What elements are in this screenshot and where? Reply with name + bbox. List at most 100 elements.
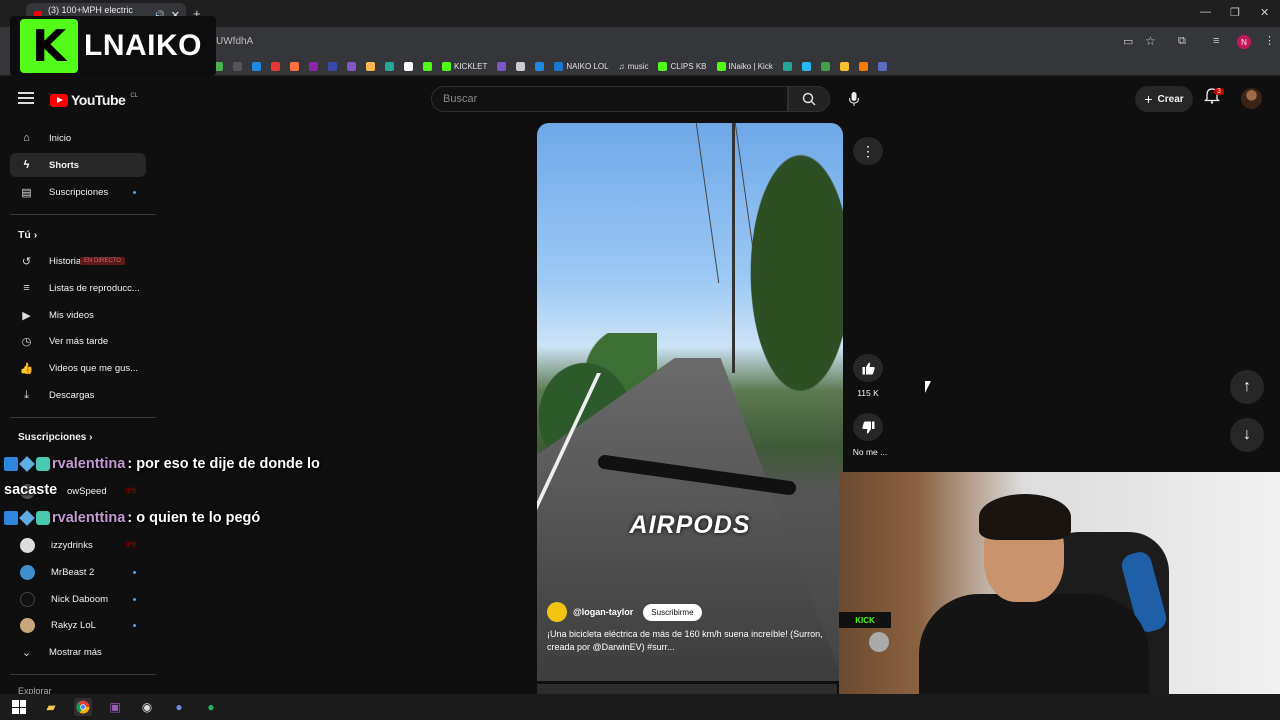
subscriptions-section-header[interactable]: Suscripciones › <box>18 432 92 443</box>
like-count: 115 K <box>857 388 879 398</box>
bookmark-favicon-icon[interactable] <box>858 61 868 71</box>
file-explorer-icon[interactable]: ▰ <box>42 698 60 716</box>
chrome-logo-icon <box>76 700 90 714</box>
sidebar-item-playlists[interactable]: ≡ Listas de reproducc... <box>10 276 146 300</box>
new-content-dot <box>133 597 136 601</box>
next-short-button[interactable]: ↓ <box>1230 418 1264 452</box>
thumbs-up-icon <box>862 362 875 374</box>
chat-badge-icon <box>4 511 18 525</box>
chat-username: rvalenttina <box>52 510 126 526</box>
channel-name[interactable]: @logan-taylor <box>573 607 633 617</box>
create-button[interactable]: + Crear <box>1135 86 1193 112</box>
bookmark-favicon-icon[interactable] <box>839 61 849 71</box>
url-field[interactable]: UWfdhA <box>216 36 253 47</box>
thumbs-down-icon <box>861 421 874 433</box>
cast-icon[interactable]: ▭ <box>1123 35 1133 48</box>
bookmark-star-icon[interactable]: ☆ <box>1145 34 1156 48</box>
account-avatar[interactable] <box>1241 88 1262 109</box>
chrome-icon[interactable] <box>74 698 92 716</box>
channel-avatar[interactable] <box>547 602 567 622</box>
previous-short-button[interactable]: ↑ <box>1230 370 1264 404</box>
search-button[interactable] <box>788 86 830 112</box>
maximize-icon[interactable]: ❐ <box>1230 6 1240 19</box>
bookmark-favicon-icon[interactable] <box>233 61 242 71</box>
menu-icon[interactable] <box>18 92 34 104</box>
next-short-preview[interactable] <box>537 684 837 694</box>
kick-icon <box>716 61 726 71</box>
bookmark-favicon-icon[interactable] <box>820 61 830 71</box>
kick-icon <box>658 61 668 71</box>
sidebar-item-subscriptions[interactable]: ▤ Suscripciones <box>10 180 146 204</box>
profile-avatar[interactable]: N <box>1237 35 1251 49</box>
sidebar: ⌂ Inicio ϟ Shorts ▤ Suscripciones Tú › ↺… <box>0 122 160 692</box>
short-description[interactable]: ¡Una bicicleta eléctrica de más de 160 k… <box>547 628 837 654</box>
sidebar-item-history[interactable]: ↺ Historial EN DIRECTO <box>10 249 146 273</box>
sidebar-channel[interactable]: Nick Daboom <box>10 587 146 611</box>
sidebar-item-my-videos[interactable]: ▶ Mis videos <box>10 303 146 327</box>
sidebar-channel[interactable]: MrBeast 2 <box>10 560 146 584</box>
bookmark-favicon-icon[interactable] <box>347 61 356 71</box>
bookmark-favicon-icon[interactable] <box>309 61 318 71</box>
dislike-button[interactable] <box>853 413 883 441</box>
bookmark-favicon-icon[interactable] <box>366 61 375 71</box>
sidebar-channel[interactable]: izzydrinks ((•)) <box>10 533 146 557</box>
live-indicator-icon: ((•)) <box>125 488 136 494</box>
sidebar-item-shorts[interactable]: ϟ Shorts <box>10 153 146 177</box>
sidebar-item-liked-videos[interactable]: 👍 Videos que me gus... <box>10 356 146 380</box>
subscribe-button[interactable]: Suscribirme <box>643 603 702 621</box>
you-section-header[interactable]: Tú › <box>18 229 37 241</box>
minimize-icon[interactable]: — <box>1200 6 1211 18</box>
bookmark-inaiko-kick[interactable]: INaiko | Kick <box>716 61 773 71</box>
bookmark-naiko-lol[interactable]: NAIKO LOL <box>554 61 609 71</box>
bookmark-favicon-icon[interactable] <box>801 61 811 71</box>
bookmark-favicon-icon[interactable] <box>782 61 792 71</box>
app-icon[interactable]: ▣ <box>106 698 124 716</box>
like-button[interactable] <box>853 354 883 382</box>
bookmark-favicon-icon[interactable] <box>497 61 507 71</box>
sidebar-channel[interactable]: Rakyz LoL <box>10 613 146 637</box>
bookmark-favicon-icon[interactable] <box>271 61 280 71</box>
channel-avatar <box>20 617 35 633</box>
live-indicator-icon: ((•)) <box>125 542 136 548</box>
media-controls-icon[interactable]: ≡ <box>1213 35 1219 47</box>
bookmark-favicon-icon[interactable] <box>290 61 299 71</box>
show-more-button[interactable]: ⌄ Mostrar más <box>10 640 146 664</box>
short-video-player[interactable]: AIRPODS @logan-taylor Suscribirme ¡Una b… <box>537 123 843 681</box>
short-channel-row: @logan-taylor Suscribirme <box>547 602 702 622</box>
bookmark-favicon-icon[interactable] <box>252 61 261 71</box>
bookmark-favicon-icon[interactable] <box>877 61 887 71</box>
bookmark-music[interactable]: ♫ music <box>619 62 649 71</box>
bookmark-favicon-icon[interactable] <box>385 61 394 71</box>
bookmark-favicon-icon[interactable] <box>516 61 526 71</box>
chat-badge-icon <box>4 457 18 471</box>
more-options-icon[interactable]: ⋮ <box>853 137 883 165</box>
chat-message: rvalenttina : o quien te lo pegó <box>4 510 260 526</box>
window-close-icon[interactable]: ✕ <box>1260 6 1269 19</box>
chat-badge-icon <box>19 510 35 526</box>
youtube-logo[interactable]: YouTube CL <box>50 92 138 108</box>
bookmark-favicon-icon[interactable] <box>328 61 337 71</box>
windows-logo-icon <box>12 700 26 714</box>
spotify-icon[interactable]: ● <box>202 698 220 716</box>
chat-username: rvalenttina <box>52 456 126 472</box>
bookmark-favicon-icon[interactable] <box>535 61 545 71</box>
discord-icon[interactable]: ● <box>170 698 188 716</box>
voice-search-button[interactable] <box>844 86 864 112</box>
chat-message: rvalenttina : por eso te dije de donde l… <box>4 456 320 472</box>
bookmark-favicon-icon[interactable] <box>404 61 413 71</box>
browser-menu-icon[interactable]: ⋮ <box>1264 34 1275 47</box>
search-input[interactable]: Buscar <box>431 86 788 112</box>
sticker-icon <box>869 632 889 652</box>
my-videos-icon: ▶ <box>22 309 31 322</box>
start-button[interactable] <box>10 698 28 716</box>
bookmark-favicon-icon[interactable] <box>423 61 432 71</box>
bookmark-kicklet[interactable]: KICKLET <box>442 61 487 71</box>
sidebar-item-watch-later[interactable]: ◷ Ver más tarde <box>10 329 146 353</box>
sidebar-item-home[interactable]: ⌂ Inicio <box>10 126 146 150</box>
divider <box>10 417 156 418</box>
bookmark-clips-kb[interactable]: CLIPS KB <box>658 61 707 71</box>
extensions-icon[interactable]: ⧉ <box>1178 35 1186 48</box>
obs-icon[interactable]: ◉ <box>138 698 156 716</box>
sidebar-item-downloads[interactable]: ⤓ Descargas <box>10 383 146 407</box>
arrow-up-icon: ↑ <box>1243 378 1251 395</box>
